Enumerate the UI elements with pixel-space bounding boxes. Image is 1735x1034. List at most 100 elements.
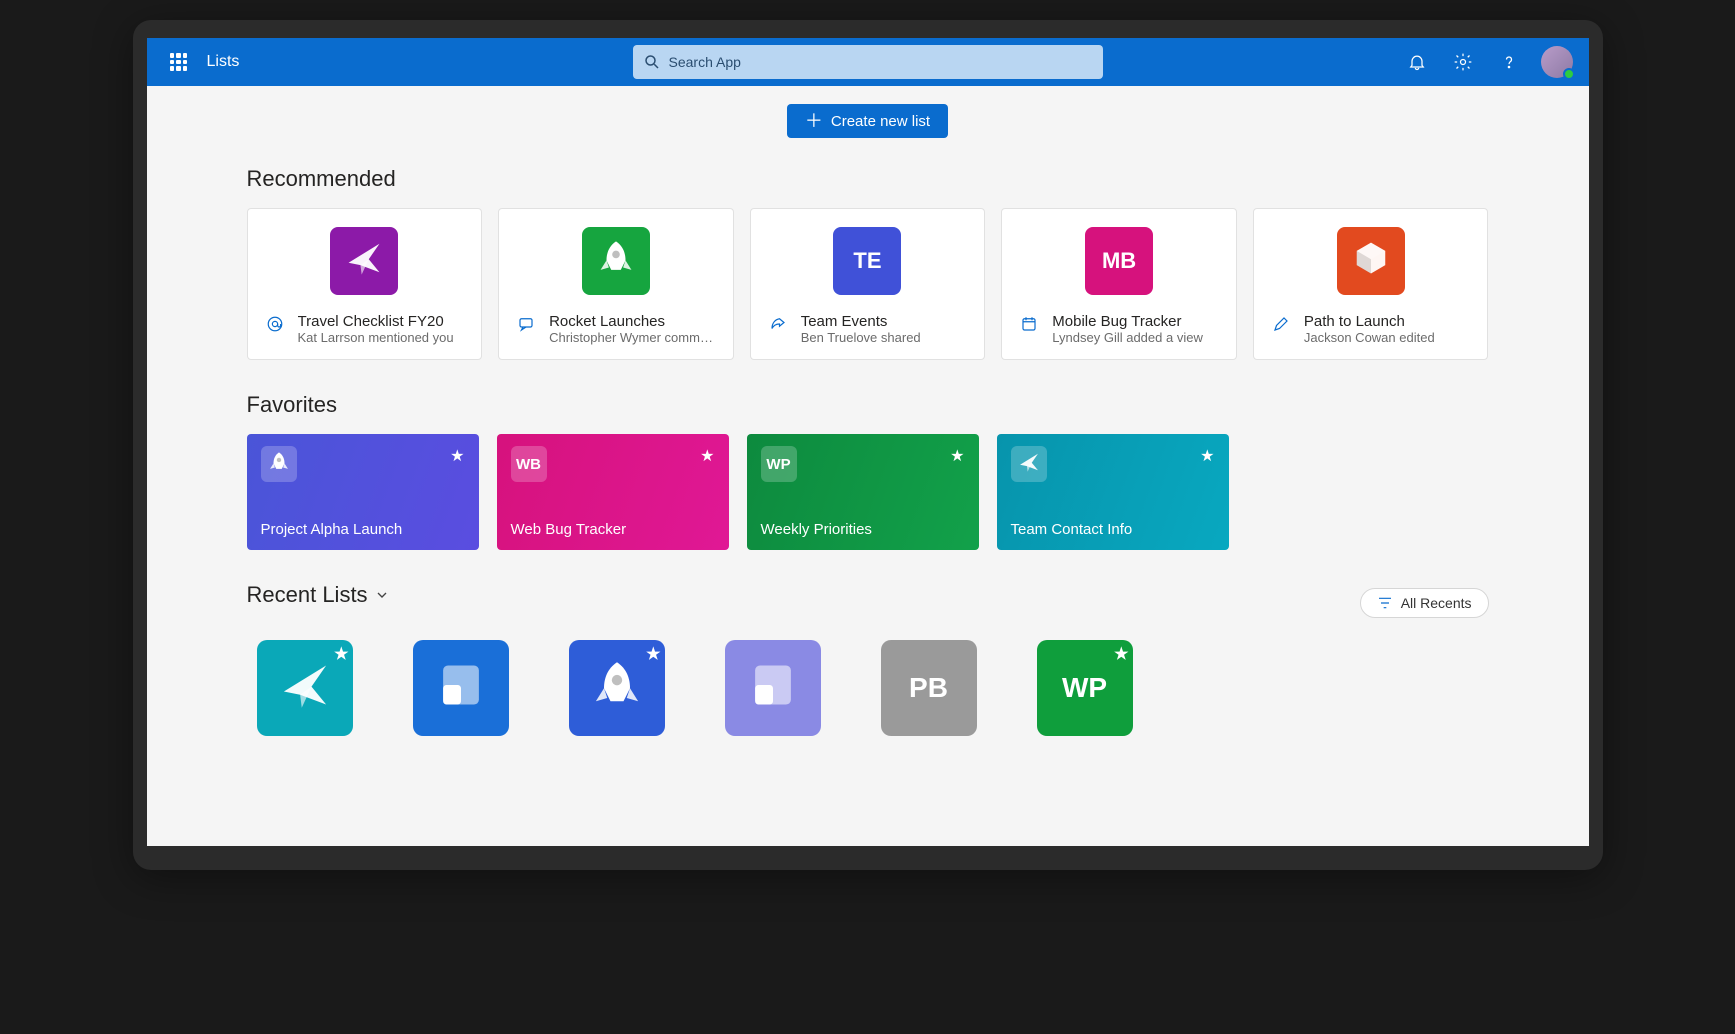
star-icon[interactable]: ★ <box>334 644 348 664</box>
calendar-icon <box>1020 315 1042 338</box>
recommended-title: Team Events <box>801 313 921 330</box>
recent-tile[interactable] <box>725 640 821 736</box>
favorite-card[interactable]: WP ★ Weekly Priorities <box>747 434 979 550</box>
user-avatar[interactable] <box>1541 46 1573 78</box>
recommended-title: Path to Launch <box>1304 313 1435 330</box>
favorite-title: Web Bug Tracker <box>511 521 715 538</box>
recent-section: Recent Lists All Recents ★ ★ <box>147 582 1589 768</box>
favorites-heading: Favorites <box>247 392 1489 418</box>
favorite-mini-tile <box>261 446 297 482</box>
favorite-mini-tile: WB <box>511 446 547 482</box>
app-name: Lists <box>207 53 240 71</box>
favorites-section: Favorites ★ Project Alpha Launch WB ★ We… <box>147 392 1589 582</box>
tile-initials: MB <box>1102 248 1136 274</box>
list-tile: TE <box>833 227 901 295</box>
star-icon[interactable]: ★ <box>700 446 714 466</box>
cube-icon <box>1352 239 1390 283</box>
star-icon[interactable]: ★ <box>646 644 660 664</box>
recommended-subtitle: Christopher Wymer comm… <box>549 330 713 345</box>
search-container <box>633 45 1103 79</box>
recommended-section: Recommended Travel Checklist FY20 Kat La… <box>147 166 1589 392</box>
create-row: ＋ Create new list <box>147 104 1589 138</box>
chevron-down-icon <box>374 587 390 603</box>
star-icon[interactable]: ★ <box>1114 644 1128 664</box>
search-icon <box>643 53 661 71</box>
recommended-row: Travel Checklist FY20 Kat Larrson mentio… <box>247 208 1489 360</box>
create-new-list-button[interactable]: ＋ Create new list <box>787 104 948 138</box>
favorite-card[interactable]: WB ★ Web Bug Tracker <box>497 434 729 550</box>
recommended-subtitle: Ben Truelove shared <box>801 330 921 345</box>
settings-button[interactable] <box>1441 38 1485 86</box>
rocket-icon <box>591 659 643 718</box>
tile-initials: WB <box>516 456 541 473</box>
recommended-heading: Recommended <box>247 166 1489 192</box>
recent-heading-dropdown[interactable]: Recent Lists <box>247 582 390 608</box>
question-icon <box>1499 52 1519 72</box>
star-icon[interactable]: ★ <box>1200 446 1214 466</box>
tablet-icon <box>435 659 487 718</box>
plus-icon: ＋ <box>805 112 823 130</box>
recommended-card[interactable]: Path to Launch Jackson Cowan edited <box>1253 208 1489 360</box>
create-button-label: Create new list <box>831 113 930 130</box>
list-tile <box>1337 227 1405 295</box>
tile-initials: WP <box>1062 672 1107 704</box>
recommended-title: Travel Checklist FY20 <box>298 313 454 330</box>
share-icon <box>769 315 791 338</box>
comment-icon <box>517 315 539 338</box>
recent-heading-label: Recent Lists <box>247 582 368 608</box>
list-tile <box>330 227 398 295</box>
recent-tile[interactable]: ★ <box>257 640 353 736</box>
search-input[interactable] <box>633 45 1103 79</box>
help-button[interactable] <box>1487 38 1531 86</box>
recommended-subtitle: Jackson Cowan edited <box>1304 330 1435 345</box>
tablet-icon <box>747 659 799 718</box>
recent-tile[interactable]: ★ <box>569 640 665 736</box>
at-icon <box>266 315 288 338</box>
notifications-button[interactable] <box>1395 38 1439 86</box>
tile-initials: PB <box>909 672 948 704</box>
suite-header: Lists <box>147 38 1589 86</box>
gear-icon <box>1453 52 1473 72</box>
filter-icon <box>1377 595 1393 611</box>
filter-label: All Recents <box>1401 595 1472 611</box>
paper-icon <box>345 239 383 283</box>
rocket-icon <box>268 451 290 477</box>
recommended-title: Rocket Launches <box>549 313 713 330</box>
list-tile: MB <box>1085 227 1153 295</box>
app-launcher-button[interactable] <box>155 38 203 86</box>
recent-tile[interactable]: WP ★ <box>1037 640 1133 736</box>
recent-row: ★ ★ PB WP ★ <box>247 640 1489 736</box>
recent-tile[interactable]: PB <box>881 640 977 736</box>
favorite-title: Weekly Priorities <box>761 521 965 538</box>
recommended-title: Mobile Bug Tracker <box>1052 313 1203 330</box>
recommended-subtitle: Kat Larrson mentioned you <box>298 330 454 345</box>
paper-icon <box>1018 451 1040 477</box>
all-recents-filter-button[interactable]: All Recents <box>1360 588 1489 618</box>
favorite-title: Project Alpha Launch <box>261 521 465 538</box>
rocket-icon <box>597 239 635 283</box>
recommended-subtitle: Lyndsey Gill added a view <box>1052 330 1203 345</box>
recommended-card[interactable]: Travel Checklist FY20 Kat Larrson mentio… <box>247 208 483 360</box>
favorite-card[interactable]: ★ Project Alpha Launch <box>247 434 479 550</box>
header-actions <box>1395 38 1581 86</box>
tile-initials: WP <box>766 456 790 473</box>
paper-icon <box>279 659 331 718</box>
star-icon[interactable]: ★ <box>450 446 464 466</box>
star-icon[interactable]: ★ <box>950 446 964 466</box>
tile-initials: TE <box>853 248 881 274</box>
pencil-icon <box>1272 315 1294 338</box>
list-tile <box>582 227 650 295</box>
waffle-icon <box>170 53 188 71</box>
recommended-card[interactable]: TE Team Events Ben Truelove shared <box>750 208 986 360</box>
app-window: Lists ＋ Create new list <box>133 20 1603 870</box>
page-body: ＋ Create new list Recommended Travel Che… <box>147 86 1589 846</box>
favorites-row: ★ Project Alpha Launch WB ★ Web Bug Trac… <box>247 434 1489 550</box>
favorite-title: Team Contact Info <box>1011 521 1215 538</box>
recent-header: Recent Lists All Recents <box>247 582 1489 624</box>
recommended-card[interactable]: MB Mobile Bug Tracker Lyndsey Gill added… <box>1001 208 1237 360</box>
favorite-mini-tile <box>1011 446 1047 482</box>
recommended-card[interactable]: Rocket Launches Christopher Wymer comm… <box>498 208 734 360</box>
favorite-card[interactable]: ★ Team Contact Info <box>997 434 1229 550</box>
favorite-mini-tile: WP <box>761 446 797 482</box>
recent-tile[interactable] <box>413 640 509 736</box>
